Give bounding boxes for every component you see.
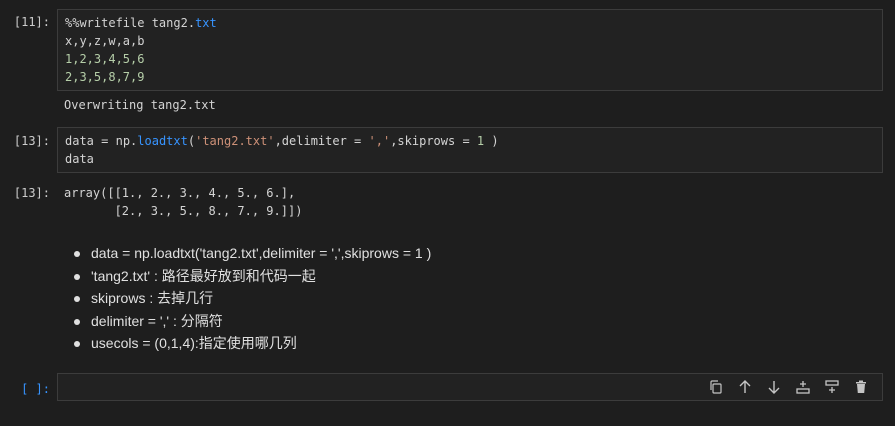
code-token: ) <box>484 134 499 148</box>
move-down-button[interactable] <box>765 378 783 396</box>
insert-below-icon <box>825 380 839 393</box>
list-item: delimiter = ',' : 分隔符 <box>74 310 431 333</box>
code-token: loadtxt <box>137 134 188 148</box>
move-down-icon <box>768 381 780 394</box>
cell-prompt: [13]: <box>13 134 50 148</box>
cell-output: array([[1., 2., 3., 4., 5., 6.], [2., 3.… <box>64 186 303 218</box>
cell-prompt: [ ]: <box>21 382 50 396</box>
code-token: np. <box>115 134 138 148</box>
code-line: 2,3,5,8,7,9 <box>65 70 145 84</box>
markdown-list: data = np.loadtxt('tang2.txt',delimiter … <box>74 242 431 355</box>
magic-command: %%writefile <box>65 16 145 30</box>
list-item: data = np.loadtxt('tang2.txt',delimiter … <box>74 242 431 265</box>
list-item: usecols = (0,1,4):指定使用哪几列 <box>74 332 431 355</box>
insert-above-icon <box>796 381 810 394</box>
empty-code-cell[interactable] <box>57 373 883 401</box>
code-token: = <box>93 134 116 148</box>
cell-prompt: [11]: <box>13 15 50 29</box>
code-cell-loadtxt[interactable]: data = np.loadtxt('tang2.txt',delimiter … <box>57 127 883 173</box>
code-token: ',' <box>368 134 391 148</box>
code-token: ,skiprows <box>390 134 456 148</box>
file-extension: txt <box>195 16 217 30</box>
code-line: data = np.loadtxt('tang2.txt',delimiter … <box>65 132 875 150</box>
insert-above-button[interactable] <box>794 378 812 396</box>
insert-below-button[interactable] <box>823 378 841 396</box>
cell-toolbar <box>707 374 870 400</box>
delete-icon <box>856 380 866 393</box>
cell-output: Overwriting tang2.txt <box>64 98 216 112</box>
code-line: %%writefile tang2.txt <box>65 14 875 32</box>
code-cell-writefile[interactable]: %%writefile tang2.txt x,y,z,w,a,b 1,2,3,… <box>57 9 883 91</box>
code-line: data <box>65 152 94 166</box>
filename-text: tang2. <box>144 16 196 30</box>
code-line: 1,2,3,4,5,6 <box>65 52 145 66</box>
list-item: skiprows : 去掉几行 <box>74 287 431 310</box>
copy-cell-button[interactable] <box>707 378 725 396</box>
code-token: ,delimiter <box>274 134 347 148</box>
move-up-button[interactable] <box>736 378 754 396</box>
code-token: = <box>455 134 477 148</box>
code-token: 'tang2.txt' <box>195 134 275 148</box>
code-token: = <box>346 134 369 148</box>
list-item: 'tang2.txt' : 路径最好放到和代码一起 <box>74 265 431 288</box>
code-line: x,y,z,w,a,b <box>65 34 145 48</box>
code-token: ( <box>187 134 196 148</box>
output-prompt: [13]: <box>13 186 50 200</box>
code-token: data <box>65 134 94 148</box>
move-up-icon <box>739 380 751 393</box>
delete-cell-button[interactable] <box>852 378 870 396</box>
copy-icon <box>710 380 722 394</box>
